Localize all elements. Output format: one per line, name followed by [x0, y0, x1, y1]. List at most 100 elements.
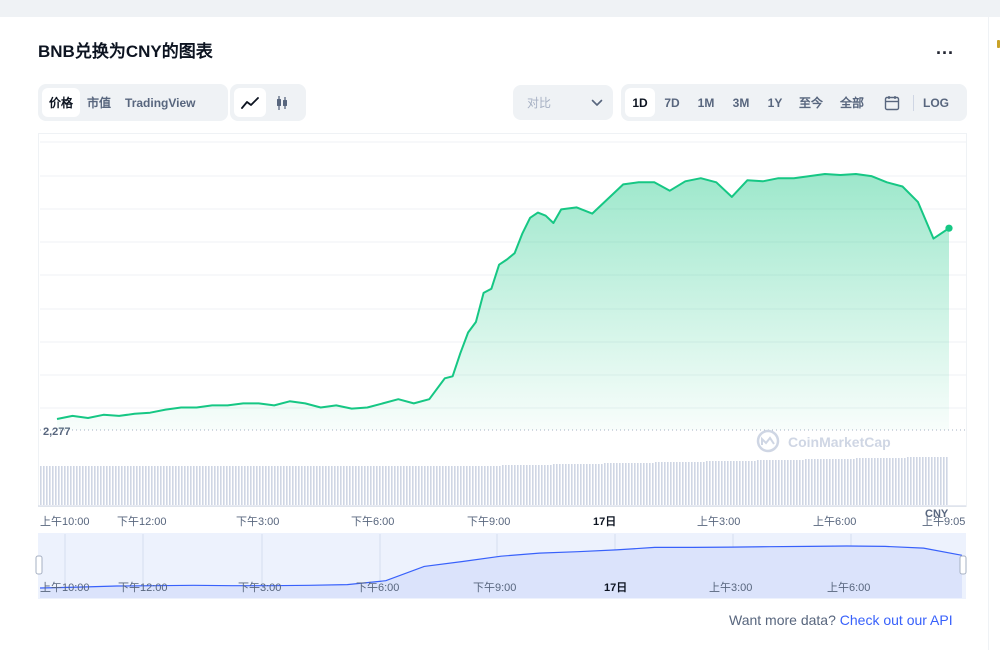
volume-bar [508, 465, 510, 505]
volume-bar [520, 465, 522, 505]
volume-bar [334, 466, 336, 505]
volume-bar [871, 458, 873, 505]
volume-bar [889, 458, 891, 505]
volume-bar [409, 466, 411, 505]
volume-bars [38, 457, 966, 507]
volume-bar [646, 463, 648, 505]
volume-bar [382, 466, 384, 505]
volume-bar [802, 460, 804, 505]
price-chart[interactable]: 2,277 CoinMarketCap CNY 上午10:00 下午12:00 下午… [0, 0, 1000, 650]
volume-bar [892, 458, 894, 505]
volume-bar [547, 465, 549, 505]
volume-bar [580, 464, 582, 505]
volume-bar [880, 458, 882, 505]
volume-bar [853, 459, 855, 505]
volume-bar [286, 466, 288, 505]
volume-bar [325, 466, 327, 505]
volume-bar [928, 457, 930, 505]
volume-bar [235, 466, 237, 505]
volume-bar [934, 457, 936, 505]
volume-bar [523, 465, 525, 505]
volume-bar [742, 461, 744, 505]
volume-bar [568, 464, 570, 505]
volume-bar [790, 460, 792, 505]
navigator-handle-left[interactable] [35, 555, 43, 575]
volume-bar [916, 457, 918, 505]
volume-bar [472, 466, 474, 505]
volume-bar [67, 466, 69, 505]
volume-bar [745, 461, 747, 505]
volume-bar [238, 466, 240, 505]
volume-bar [307, 466, 309, 505]
volume-bar [643, 463, 645, 505]
volume-bar [625, 463, 627, 505]
volume-bar [901, 458, 903, 505]
volume-bar [196, 466, 198, 505]
volume-bar [787, 460, 789, 505]
volume-bar [133, 466, 135, 505]
volume-bar [727, 461, 729, 505]
volume-bar [58, 466, 60, 505]
volume-bar [478, 466, 480, 505]
volume-bar [400, 466, 402, 505]
volume-bar [154, 466, 156, 505]
volume-bar [838, 459, 840, 505]
volume-bar [265, 466, 267, 505]
volume-bar [697, 462, 699, 505]
volume-bar [628, 463, 630, 505]
volume-bar [370, 466, 372, 505]
volume-bar [829, 459, 831, 505]
volume-bar [172, 466, 174, 505]
volume-bar [748, 461, 750, 505]
volume-bar [271, 466, 273, 505]
volume-bar [778, 460, 780, 505]
volume-bar [256, 466, 258, 505]
volume-bar [82, 466, 84, 505]
volume-bar [109, 466, 111, 505]
range-navigator[interactable]: 上午10:00 下午12:00 下午3:00 下午6:00 下午9:00 17日 上午3:0… [35, 533, 967, 599]
volume-bar [574, 464, 576, 505]
navigator-tick-label: 下午12:00 [118, 581, 168, 594]
x-tick-label: 下午12:00 [117, 515, 167, 528]
volume-bar [487, 466, 489, 505]
volume-bar [178, 466, 180, 505]
volume-bar [898, 458, 900, 505]
navigator-handle-right[interactable] [959, 555, 967, 575]
volume-bar [388, 466, 390, 505]
volume-bar [676, 462, 678, 505]
volume-bar [229, 466, 231, 505]
volume-bar [895, 458, 897, 505]
volume-bar [493, 466, 495, 505]
volume-bar [151, 466, 153, 505]
volume-bar [91, 466, 93, 505]
volume-bar [874, 458, 876, 505]
volume-bar [43, 466, 45, 505]
volume-bar [760, 460, 762, 505]
volume-bar [907, 457, 909, 505]
volume-bar [631, 463, 633, 505]
volume-bar [199, 466, 201, 505]
volume-bar [223, 466, 225, 505]
volume-bar [655, 462, 657, 505]
volume-bar [454, 466, 456, 505]
volume-bar [913, 457, 915, 505]
volume-bar [49, 466, 51, 505]
volume-bar [385, 466, 387, 505]
volume-bar [205, 466, 207, 505]
volume-bar [832, 459, 834, 505]
volume-bar [670, 462, 672, 505]
volume-bar [328, 466, 330, 505]
volume-bar [85, 466, 87, 505]
volume-bar [322, 466, 324, 505]
volume-bar [55, 466, 57, 505]
api-link[interactable]: Check out our API [840, 612, 953, 628]
volume-bar [754, 461, 756, 505]
volume-bar [118, 466, 120, 505]
volume-bar [166, 466, 168, 505]
volume-bar [145, 466, 147, 505]
x-tick-label: 17日 [593, 515, 616, 528]
volume-bar [766, 460, 768, 505]
volume-bar [76, 466, 78, 505]
volume-bar [445, 466, 447, 505]
volume-bar [112, 466, 114, 505]
